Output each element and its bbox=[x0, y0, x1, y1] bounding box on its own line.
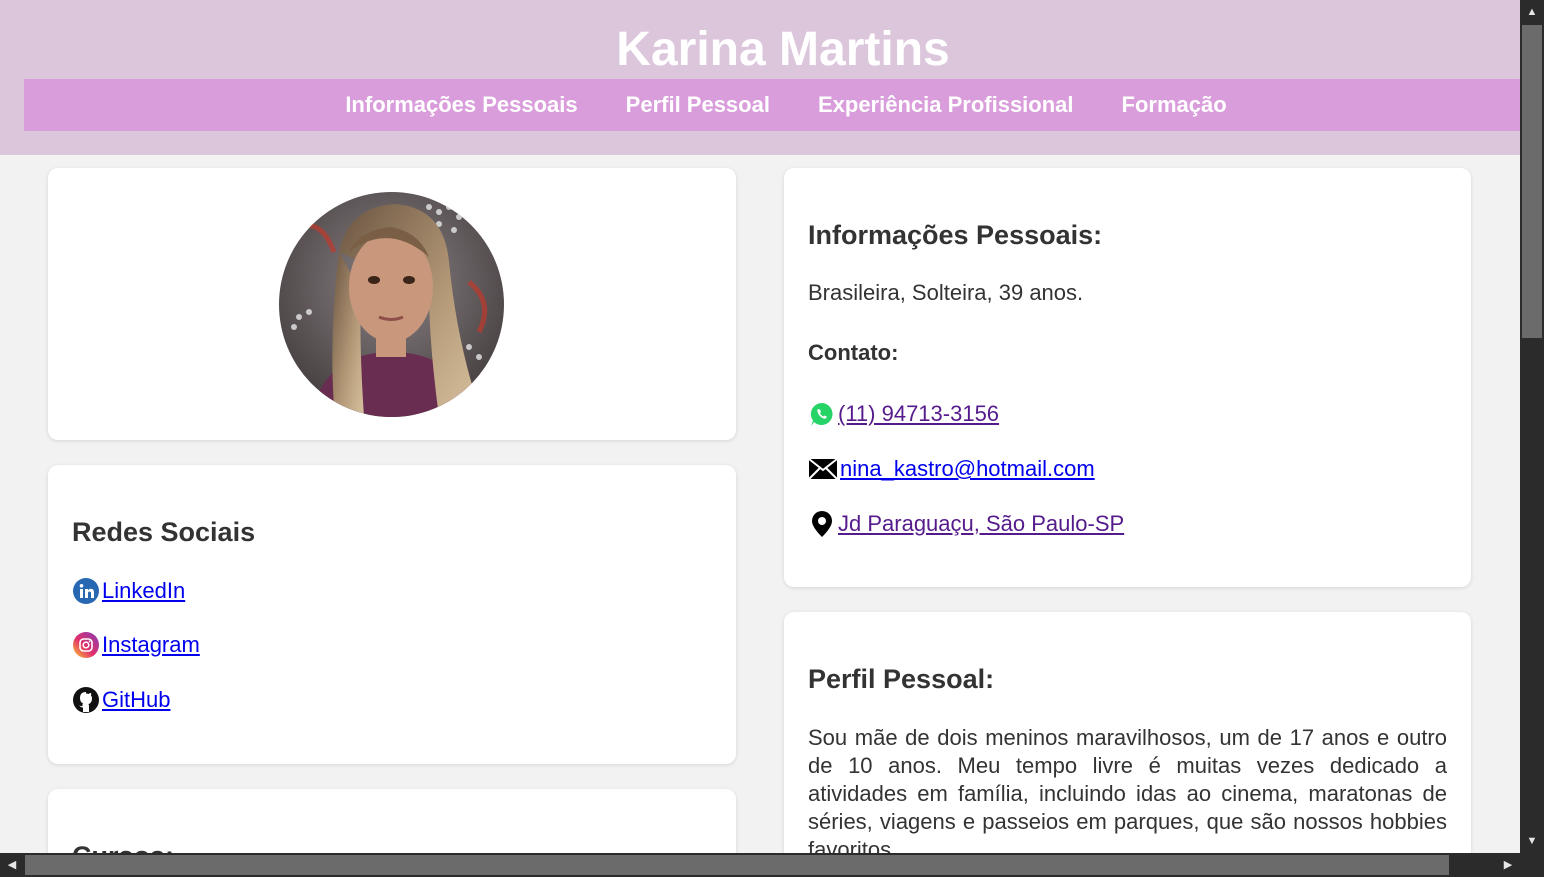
linkedin-row: LinkedIn bbox=[72, 577, 185, 605]
horizontal-scroll-thumb[interactable] bbox=[25, 855, 1449, 875]
personal-profile-title: Perfil Pessoal: bbox=[808, 664, 995, 694]
email-label: nina_kastro@hotmail.com bbox=[840, 456, 1095, 481]
instagram-link[interactable]: Instagram bbox=[72, 631, 200, 659]
whatsapp-icon bbox=[808, 400, 836, 428]
instagram-label: Instagram bbox=[102, 632, 200, 657]
personal-info-card: Informações Pessoais: Brasileira, Soltei… bbox=[784, 168, 1471, 587]
personal-info-summary: Brasileira, Solteira, 39 anos. bbox=[808, 280, 1084, 305]
personal-info-title: Informações Pessoais: bbox=[808, 220, 1103, 250]
scroll-right-arrow-icon[interactable]: ▶ bbox=[1496, 853, 1520, 877]
vertical-scroll-thumb[interactable] bbox=[1522, 25, 1542, 338]
scroll-down-arrow-icon[interactable]: ▼ bbox=[1520, 829, 1544, 853]
linkedin-link[interactable]: LinkedIn bbox=[72, 577, 185, 605]
linkedin-icon bbox=[72, 577, 100, 605]
github-link[interactable]: GitHub bbox=[72, 686, 170, 714]
main-nav: Informações Pessoais Perfil Pessoal Expe… bbox=[24, 79, 1520, 131]
scrollbar-corner bbox=[1520, 853, 1544, 877]
vertical-scrollbar[interactable]: ▲ ▼ bbox=[1520, 0, 1544, 853]
phone-link[interactable]: (11) 94713-3156 bbox=[808, 400, 999, 428]
github-row: GitHub bbox=[72, 686, 170, 714]
courses-title: Cursos: bbox=[72, 840, 174, 853]
instagram-row: Instagram bbox=[72, 631, 200, 659]
nav-link-perfil-pessoal[interactable]: Perfil Pessoal bbox=[626, 92, 770, 118]
address-link[interactable]: Jd Paraguaçu, São Paulo-SP bbox=[808, 510, 1124, 538]
nav-link-formacao[interactable]: Formação bbox=[1122, 92, 1227, 118]
nav-link-informacoes-pessoais[interactable]: Informações Pessoais bbox=[345, 92, 577, 118]
scroll-left-arrow-icon[interactable]: ◀ bbox=[0, 853, 24, 877]
social-networks-title: Redes Sociais bbox=[72, 517, 256, 547]
email-link[interactable]: nina_kastro@hotmail.com bbox=[808, 455, 1095, 483]
scroll-up-arrow-icon[interactable]: ▲ bbox=[1520, 0, 1544, 24]
email-icon bbox=[808, 455, 838, 483]
courses-card: Cursos: bbox=[48, 789, 736, 853]
contact-title: Contato: bbox=[808, 340, 899, 365]
github-label: GitHub bbox=[102, 687, 171, 712]
site-header: Karina Martins Informações Pessoais Perf… bbox=[0, 0, 1520, 155]
profile-photo bbox=[279, 192, 504, 417]
social-networks-card: Redes Sociais LinkedIn Instagram GitHub bbox=[48, 465, 736, 764]
horizontal-scrollbar[interactable]: ◀ ▶ bbox=[0, 853, 1520, 877]
github-icon bbox=[72, 686, 100, 714]
phone-label: (11) 94713-3156 bbox=[838, 401, 1000, 426]
email-row: nina_kastro@hotmail.com bbox=[808, 455, 1095, 483]
personal-profile-text: Sou mãe de dois meninos maravilhosos, um… bbox=[808, 725, 1447, 853]
photo-card bbox=[48, 168, 736, 440]
nav-link-experiencia-profissional[interactable]: Experiência Profissional bbox=[818, 92, 1074, 118]
linkedin-label: LinkedIn bbox=[102, 578, 186, 603]
address-row: Jd Paraguaçu, São Paulo-SP bbox=[808, 510, 1124, 538]
address-label: Jd Paraguaçu, São Paulo-SP bbox=[838, 511, 1125, 536]
page-viewport: Karina Martins Informações Pessoais Perf… bbox=[0, 0, 1520, 853]
page-title: Karina Martins bbox=[616, 23, 950, 76]
instagram-icon bbox=[72, 631, 100, 659]
location-pin-icon bbox=[808, 510, 836, 538]
phone-row: (11) 94713-3156 bbox=[808, 400, 999, 428]
personal-profile-card: Perfil Pessoal: Sou mãe de dois meninos … bbox=[784, 612, 1471, 853]
